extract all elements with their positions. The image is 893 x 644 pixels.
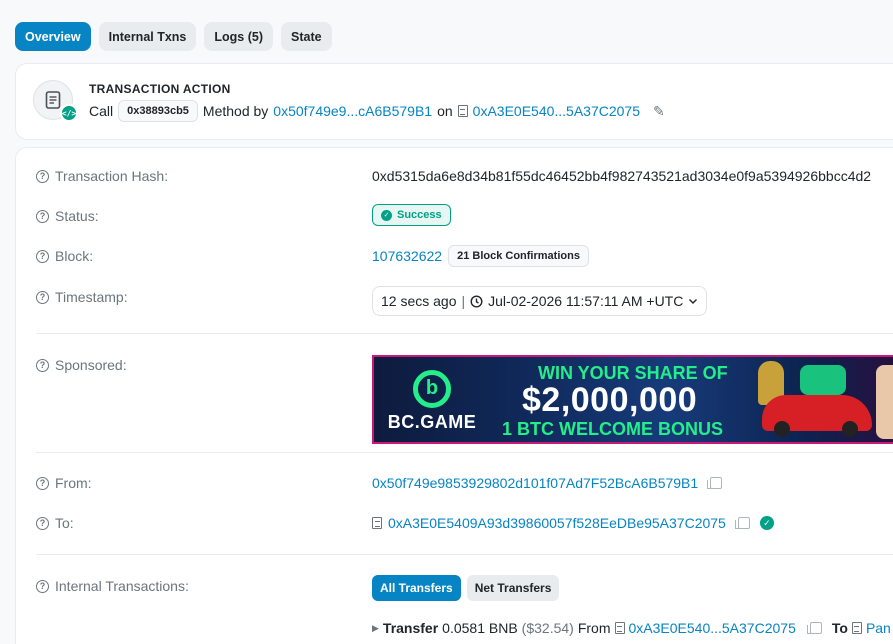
status-label-row: ? Status: xyxy=(36,208,99,224)
edit-icon[interactable]: ✎ xyxy=(653,103,665,120)
tab-state[interactable]: State xyxy=(281,22,332,51)
banner-line-3: 1 BTC WELCOME BONUS xyxy=(502,419,724,439)
sponsored-banner[interactable]: b BC.GAME WIN YOUR SHARE OF $2,000,000 1… xyxy=(372,355,893,444)
contract-icon xyxy=(614,622,625,634)
copy-icon[interactable] xyxy=(734,517,750,529)
on-label: on xyxy=(437,103,453,119)
from-value: 0x50f749e9853929802d101f07Ad7F52BcA6B579… xyxy=(372,475,723,491)
internal-txns-buttons: All Transfers Net Transfers xyxy=(372,575,560,601)
copy-icon[interactable] xyxy=(806,622,822,634)
sponsored-label: Sponsored: xyxy=(55,357,127,373)
copy-icon[interactable] xyxy=(707,477,723,489)
question-icon[interactable]: ? xyxy=(36,516,49,530)
action-from-link[interactable]: 0x50f749e9...cA6B579B1 xyxy=(273,103,432,119)
call-label: Call xyxy=(89,103,114,119)
tab-logs[interactable]: Logs (5) xyxy=(204,22,273,51)
question-icon[interactable]: ? xyxy=(36,169,49,183)
transfer-amount: 0.0581 BNB xyxy=(442,620,518,636)
tab-internal-txns[interactable]: Internal Txns xyxy=(98,22,197,51)
internal-txns-label-row: ? Internal Transactions: xyxy=(36,578,189,594)
contract-icon xyxy=(851,622,862,634)
block-label: Block: xyxy=(55,248,94,264)
document-icon: </> xyxy=(33,80,78,122)
question-icon[interactable]: ? xyxy=(36,579,49,593)
timestamp-label: Timestamp: xyxy=(55,289,128,305)
contract-icon xyxy=(457,105,468,117)
verified-check-icon: ✓ xyxy=(759,516,774,530)
code-icon: </> xyxy=(60,104,78,122)
action-description: Call 0x38893cb5 Method by 0x50f749e9...c… xyxy=(89,100,665,122)
sponsored-label-row: ? Sponsored: xyxy=(36,357,127,373)
caret-right-icon[interactable]: ▶ xyxy=(372,623,379,634)
divider xyxy=(36,452,893,453)
from-address-link[interactable]: 0x50f749e9853929802d101f07Ad7F52BcA6B579… xyxy=(372,475,698,491)
transfer-usd: ($32.54) xyxy=(521,620,574,636)
transfer-to-label: To xyxy=(831,620,848,636)
tx-hash-value: 0xd5315da6e8d34b81f55dc46452bb4f98274352… xyxy=(372,168,872,184)
from-label-row: ? From: xyxy=(36,475,92,491)
transfer-from-link[interactable]: 0xA3E0E540...5A37C2075 xyxy=(629,620,796,636)
tx-hash-label: Transaction Hash: xyxy=(55,168,169,184)
question-icon[interactable]: ? xyxy=(36,249,49,263)
question-icon[interactable]: ? xyxy=(36,209,49,223)
transaction-action-card: </> TRANSACTION ACTION Call 0x38893cb5 M… xyxy=(15,63,893,140)
from-label: From: xyxy=(55,475,92,491)
sports-car-image xyxy=(762,395,872,437)
block-number-link[interactable]: 107632622 xyxy=(372,248,442,264)
banner-line-2: $2,000,000 xyxy=(522,381,698,419)
net-transfers-button[interactable]: Net Transfers xyxy=(466,575,560,601)
transfer-label: Transfer xyxy=(382,620,439,636)
contract-icon xyxy=(372,517,382,529)
block-confirmations-badge: 21 Block Confirmations xyxy=(448,245,589,267)
check-circle-icon: ✓ xyxy=(381,209,392,221)
status-text: Success xyxy=(397,209,442,221)
timestamp-value: 12 secs ago | Jul-02-2026 11:57:11 AM +U… xyxy=(372,286,708,316)
transfer-from-label: From xyxy=(577,620,611,636)
timestamp-label-row: ? Timestamp: xyxy=(36,289,128,305)
status-badge: ✓ Success xyxy=(372,204,451,226)
question-icon[interactable]: ? xyxy=(36,290,49,304)
internal-transfer-row: ▶ Transfer 0.0581 BNB ($32.54) From 0xA3… xyxy=(372,620,891,636)
gift-card-image xyxy=(800,365,846,395)
tab-overview[interactable]: Overview xyxy=(15,22,91,51)
phone-image xyxy=(876,365,893,439)
timestamp-absolute: Jul-02-2026 11:57:11 AM +UTC xyxy=(488,293,684,309)
transfer-to-link[interactable]: Pan xyxy=(866,620,891,636)
to-address-link[interactable]: 0xA3E0E5409A93d39860057f528EeDBe95A37C20… xyxy=(388,515,726,531)
bc-logo-mark-icon: b xyxy=(413,369,451,408)
divider xyxy=(36,333,893,334)
method-id-badge: 0x38893cb5 xyxy=(118,100,198,122)
timestamp-relative: 12 secs ago xyxy=(381,293,457,309)
transaction-details-card: ? Transaction Hash: 0xd5315da6e8d34b81f5… xyxy=(15,147,893,644)
status-label: Status: xyxy=(55,208,99,224)
bc-game-logo: b BC.GAME xyxy=(384,365,480,437)
tab-bar: Overview Internal Txns Logs (5) State xyxy=(15,22,332,51)
method-by-label: Method by xyxy=(202,103,269,119)
clock-icon xyxy=(470,294,483,308)
action-title: TRANSACTION ACTION xyxy=(89,82,231,96)
question-icon[interactable]: ? xyxy=(36,476,49,490)
block-label-row: ? Block: xyxy=(36,248,93,264)
timestamp-dropdown[interactable]: 12 secs ago | Jul-02-2026 11:57:11 AM +U… xyxy=(372,286,708,316)
tx-hash-label-row: ? Transaction Hash: xyxy=(36,168,168,184)
status-value: ✓ Success xyxy=(372,204,451,226)
chevron-down-icon xyxy=(689,299,698,304)
timestamp-separator: | xyxy=(461,293,466,309)
internal-txns-label: Internal Transactions: xyxy=(55,578,189,594)
to-value: 0xA3E0E5409A93d39860057f528EeDBe95A37C20… xyxy=(372,515,774,531)
question-icon[interactable]: ? xyxy=(36,358,49,372)
to-label: To: xyxy=(55,515,74,531)
banner-logo-text: BC.GAME xyxy=(387,411,477,432)
action-to-link[interactable]: 0xA3E0E540...5A37C2075 xyxy=(473,103,640,119)
divider xyxy=(36,554,893,555)
to-label-row: ? To: xyxy=(36,515,74,531)
all-transfers-button[interactable]: All Transfers xyxy=(372,575,461,601)
block-value: 107632622 21 Block Confirmations xyxy=(372,245,589,267)
